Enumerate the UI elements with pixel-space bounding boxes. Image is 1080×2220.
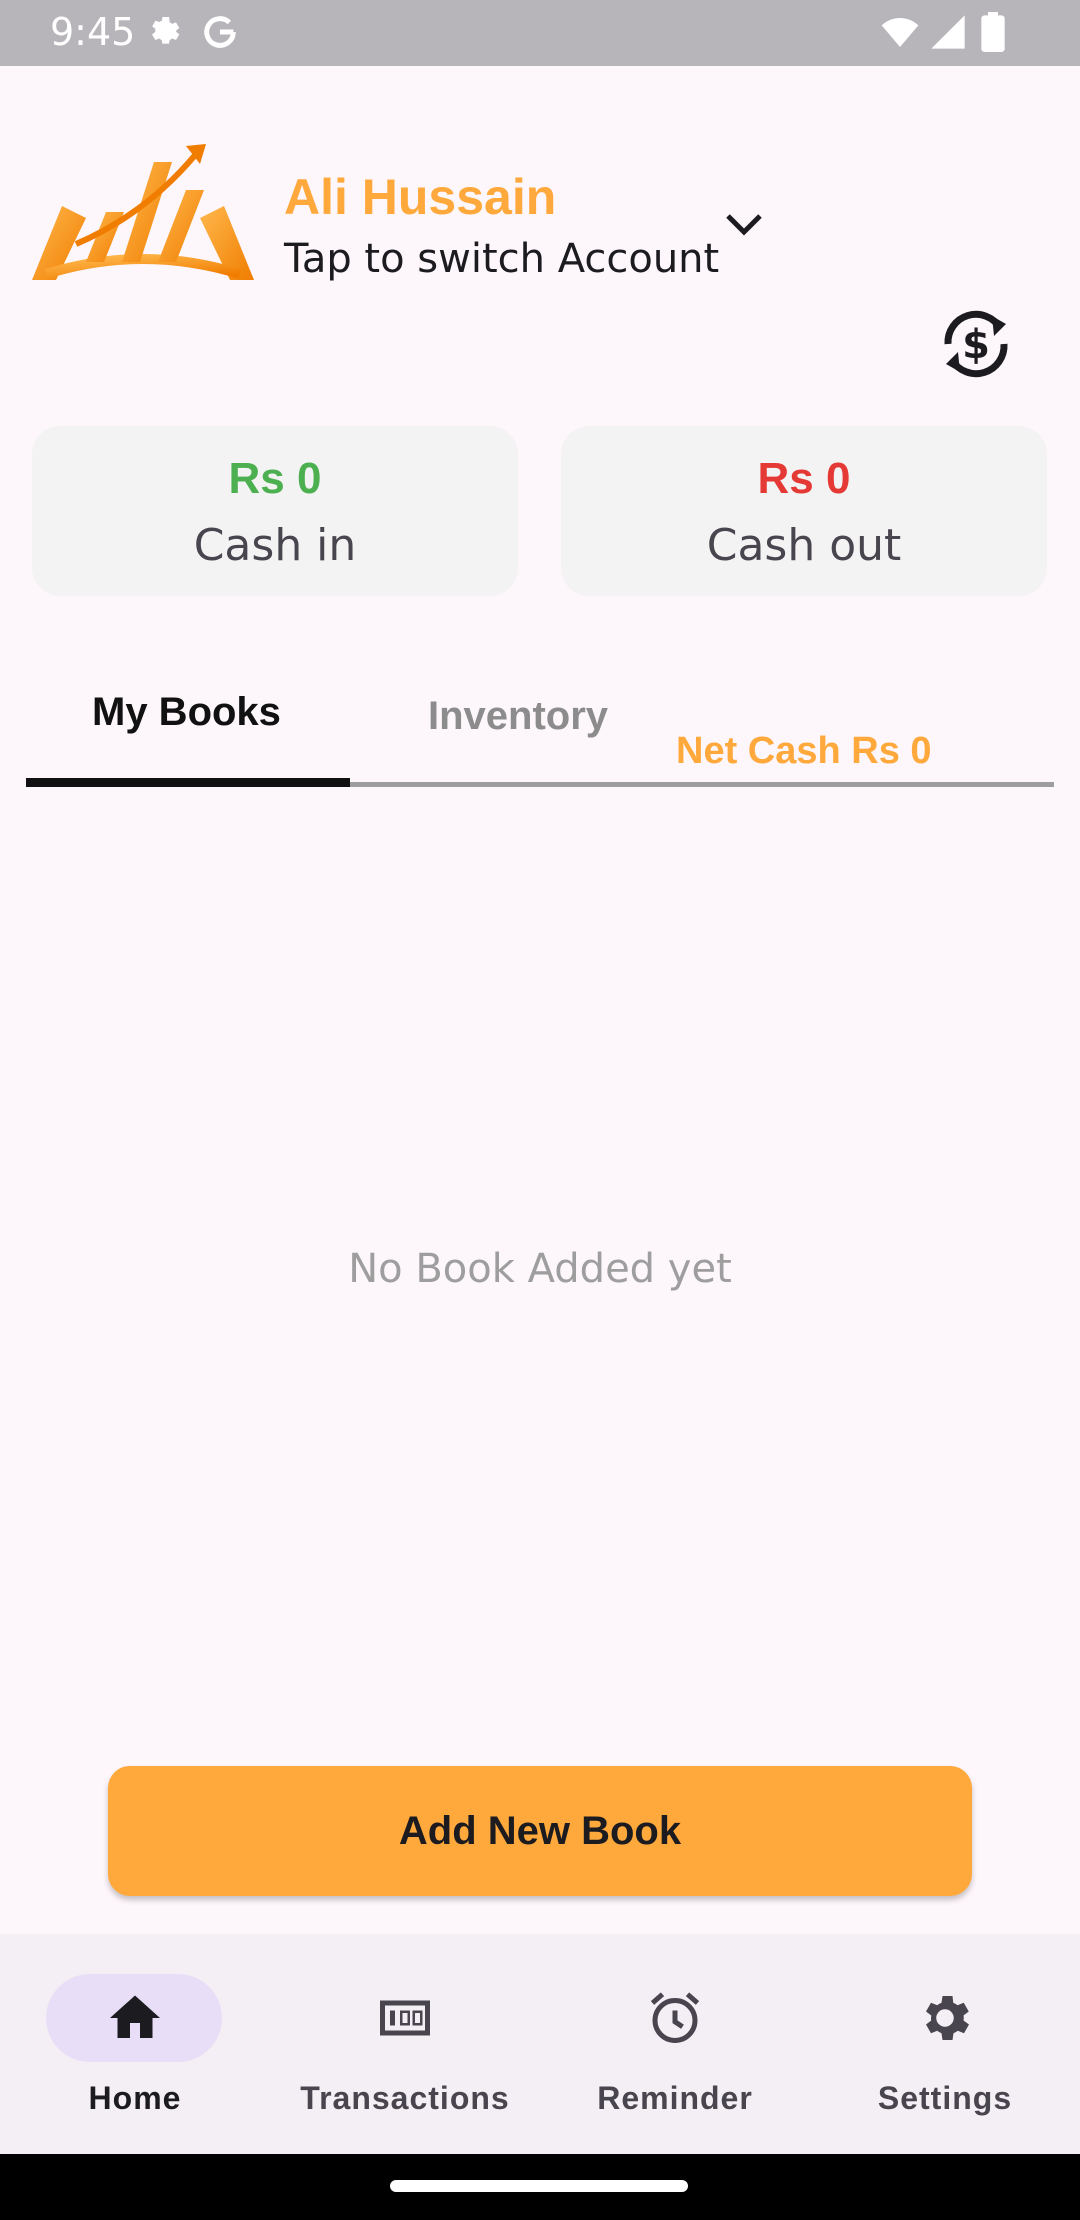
account-name[interactable]: Ali Hussain	[284, 168, 556, 226]
nav-settings[interactable]: Settings	[810, 1934, 1080, 2154]
chevron-down-icon[interactable]	[720, 206, 768, 246]
tab-indicator	[26, 778, 350, 787]
bottom-navigation: Home Transactions Reminder Settings	[0, 1934, 1080, 2154]
wifi-icon	[881, 18, 919, 47]
cash-out-amount: Rs 0	[757, 454, 851, 503]
cash-in-amount: Rs 0	[228, 454, 322, 503]
svg-text:$: $	[962, 322, 990, 368]
currency-exchange-icon[interactable]: $	[934, 302, 1018, 386]
battery-icon	[981, 12, 1005, 52]
home-icon	[110, 1995, 160, 2038]
gear-icon	[926, 1996, 969, 2040]
nav-transactions[interactable]: Transactions	[270, 1934, 540, 2154]
cash-out-label: Cash out	[706, 520, 902, 571]
tab-inventory[interactable]: Inventory	[428, 694, 608, 739]
switch-account-label[interactable]: Tap to switch Account	[284, 236, 719, 282]
gesture-handle[interactable]	[390, 2180, 688, 2192]
nav-reminder-label: Reminder	[597, 2080, 753, 2116]
cash-in-card: Rs 0 Cash in	[32, 426, 518, 596]
alarm-icon	[650, 1992, 700, 2043]
net-cash-label: Net Cash Rs 0	[676, 730, 932, 772]
status-time: 9:45	[50, 10, 136, 54]
nav-home-label: Home	[88, 2080, 182, 2116]
cash-in-label: Cash in	[193, 520, 357, 571]
gesture-navigation-area	[0, 2154, 1080, 2220]
tab-my-books[interactable]: My Books	[92, 690, 281, 735]
add-new-book-button[interactable]: Add New Book	[108, 1766, 972, 1896]
banknote-icon	[380, 2000, 430, 2036]
signal-icon	[931, 15, 965, 49]
nav-reminder[interactable]: Reminder	[540, 1934, 810, 2154]
google-icon	[204, 16, 236, 48]
app-logo	[32, 144, 254, 280]
settings-status-icon	[152, 17, 180, 44]
cash-out-card: Rs 0 Cash out	[561, 426, 1047, 596]
nav-settings-label: Settings	[877, 2080, 1013, 2116]
nav-home[interactable]: Home	[0, 1934, 270, 2154]
tab-bar: My Books Inventory Net Cash Rs 0	[26, 660, 1054, 790]
empty-state-text: No Book Added yet	[348, 1246, 732, 1292]
nav-transactions-label: Transactions	[300, 2080, 510, 2116]
status-bar: 9:45	[0, 0, 1080, 66]
